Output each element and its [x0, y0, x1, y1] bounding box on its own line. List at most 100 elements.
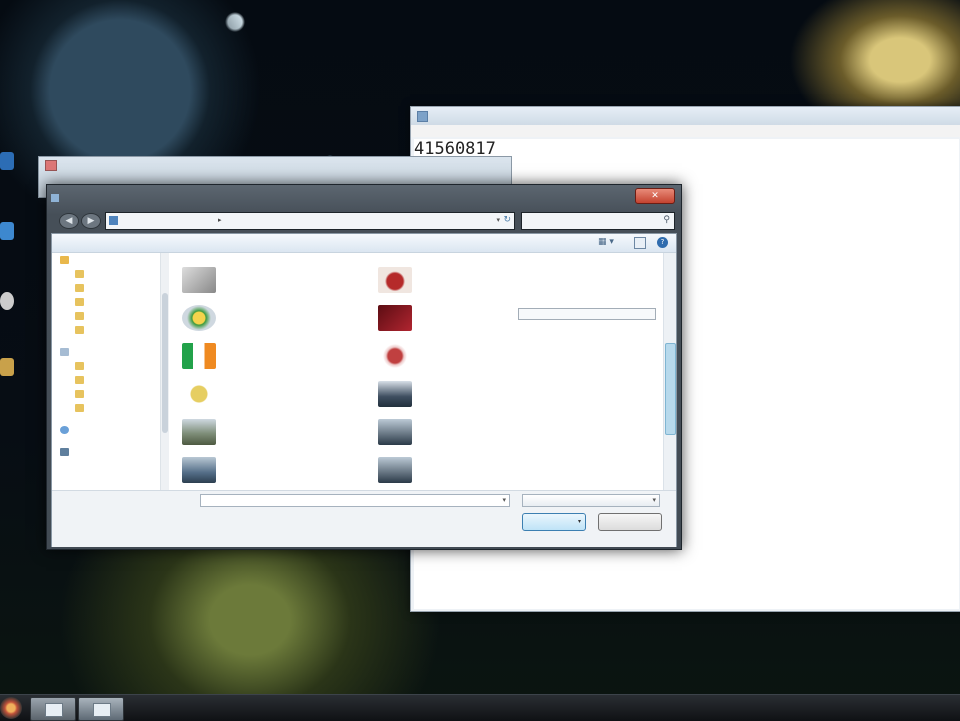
file-list [176, 253, 660, 490]
nav-favorites[interactable] [52, 253, 160, 267]
nav-item[interactable] [52, 359, 160, 373]
nav-item[interactable] [52, 387, 160, 401]
folder-icon [75, 298, 84, 306]
file-thumbnail [182, 267, 216, 293]
filename-input[interactable]: ▾ [200, 494, 510, 507]
folder-icon [75, 270, 84, 278]
file-thumbnail [182, 419, 216, 445]
back-button[interactable]: ◀ [59, 213, 79, 229]
file-item[interactable] [176, 415, 366, 449]
scroll-thumb[interactable] [162, 293, 168, 433]
file-list-scrollbar[interactable] [663, 253, 676, 490]
notepad-titlebar[interactable] [411, 107, 960, 125]
file-thumbnail [182, 381, 216, 407]
library-icon [60, 348, 69, 356]
file-type-select[interactable]: ▾ [522, 494, 660, 507]
file-thumbnail [378, 381, 412, 407]
videos-icon [75, 404, 84, 412]
file-item[interactable] [176, 263, 366, 297]
close-button[interactable]: ✕ [635, 188, 675, 204]
taskbar [0, 694, 960, 721]
tooltip [518, 308, 656, 320]
nav-scrollbar[interactable] [160, 253, 169, 490]
folder-icon [75, 312, 84, 320]
back-arrow-icon: ◀ [65, 216, 73, 226]
nav-item[interactable] [52, 373, 160, 387]
file-thumbnail [378, 267, 412, 293]
nav-item[interactable] [52, 295, 160, 309]
file-thumbnail [378, 305, 412, 331]
star-icon [60, 256, 69, 264]
nav-item[interactable] [52, 281, 160, 295]
file-item[interactable] [176, 301, 366, 335]
scroll-thumb[interactable] [665, 343, 676, 435]
breadcrumb-arrow-icon[interactable]: ▸ [218, 216, 222, 224]
file-open-dialog: ✕ ◀ ▶ ▸ ▾ ↻ ⚲ ▦ ▾ ? ▾ ▾ ▾ [46, 184, 682, 550]
file-thumbnail [378, 419, 412, 445]
nav-item[interactable] [52, 323, 160, 337]
start-button[interactable] [0, 697, 22, 719]
folder-icon [75, 284, 84, 292]
nav-item[interactable] [52, 309, 160, 323]
music-icon [75, 376, 84, 384]
nav-spacer [52, 337, 160, 345]
nav-computer[interactable] [52, 445, 160, 459]
file-item[interactable] [372, 415, 562, 449]
chevron-down-icon[interactable]: ▾ [502, 496, 506, 504]
file-item[interactable] [372, 377, 562, 411]
view-options-icon[interactable]: ▦ ▾ [598, 237, 624, 249]
paint-icon [45, 160, 57, 171]
nav-homegroup[interactable] [52, 423, 160, 437]
file-thumbnail [378, 457, 412, 483]
refresh-icon[interactable]: ↻ [503, 215, 511, 225]
computer-icon [60, 448, 69, 456]
file-item[interactable] [372, 339, 562, 373]
documents-icon [75, 362, 84, 370]
preview-pane-icon[interactable] [634, 237, 646, 249]
navigation-pane [52, 253, 160, 490]
file-thumbnail [182, 305, 216, 331]
notepad-menubar [411, 125, 960, 137]
pictures-icon [75, 390, 84, 398]
file-thumbnail [378, 343, 412, 369]
nav-libraries[interactable] [52, 345, 160, 359]
taskbar-button[interactable] [30, 697, 76, 721]
file-thumbnail [182, 343, 216, 369]
dialog-icon [51, 194, 59, 202]
forward-button[interactable]: ▶ [81, 213, 101, 229]
file-item[interactable] [176, 377, 366, 411]
file-item[interactable] [372, 453, 562, 487]
search-input[interactable]: ⚲ [521, 212, 675, 230]
nav-spacer [52, 415, 160, 423]
nav-item[interactable] [52, 267, 160, 281]
folder-icon [109, 216, 118, 225]
folder-icon [75, 326, 84, 334]
window-icon [93, 703, 111, 717]
desktop-shortcut-icon[interactable] [0, 292, 14, 310]
cancel-button[interactable] [598, 513, 662, 531]
search-icon[interactable]: ⚲ [663, 215, 670, 225]
open-button[interactable]: ▾ [522, 513, 586, 531]
dialog-content: ▦ ▾ ? ▾ ▾ ▾ [51, 233, 677, 547]
close-icon: ✕ [651, 191, 659, 201]
taskbar-button[interactable] [78, 697, 124, 721]
forward-arrow-icon: ▶ [87, 216, 95, 226]
chevron-down-icon[interactable]: ▾ [578, 514, 581, 530]
homegroup-icon [60, 426, 69, 434]
nav-item[interactable] [52, 401, 160, 415]
chevron-down-icon[interactable]: ▾ [652, 495, 656, 506]
command-toolbar: ▦ ▾ ? [52, 234, 676, 253]
desktop-shortcut-icon[interactable] [0, 358, 14, 376]
file-item[interactable] [176, 339, 366, 373]
help-icon[interactable]: ? [657, 237, 668, 248]
address-bar[interactable]: ▸ ▾ ↻ [105, 212, 515, 230]
window-icon [45, 703, 63, 717]
file-item[interactable] [372, 263, 562, 297]
nav-spacer [52, 437, 160, 445]
desktop-shortcut-icon[interactable] [0, 152, 14, 170]
file-item[interactable] [176, 453, 366, 487]
dialog-footer: ▾ ▾ ▾ [52, 490, 676, 547]
file-thumbnail [182, 457, 216, 483]
chevron-down-icon[interactable]: ▾ [496, 216, 500, 224]
desktop-shortcut-icon[interactable] [0, 222, 14, 240]
